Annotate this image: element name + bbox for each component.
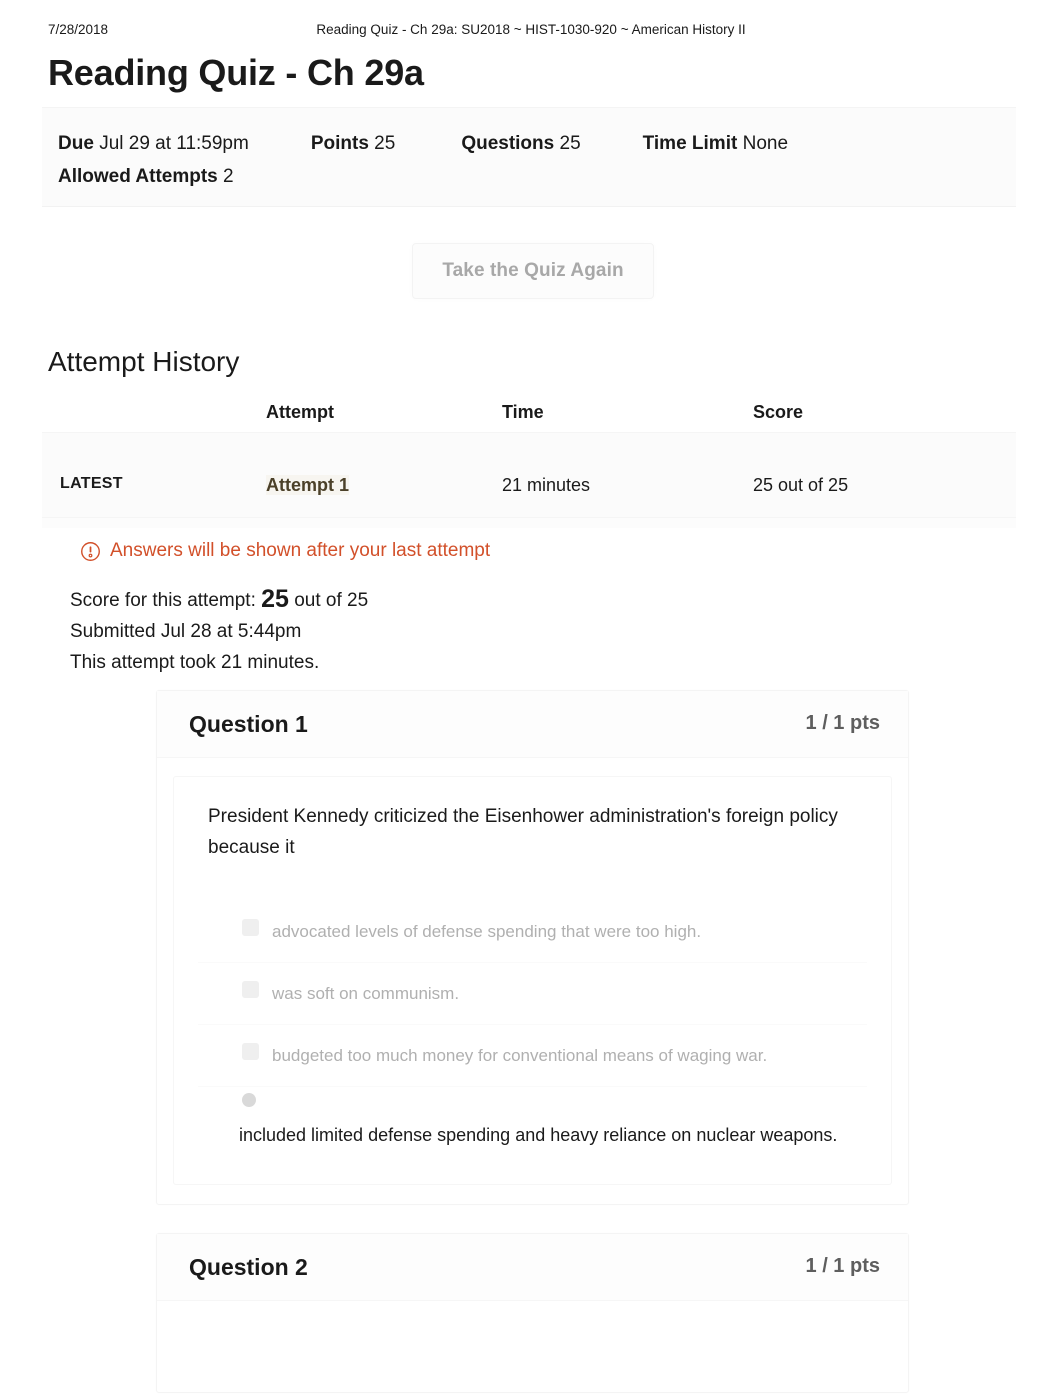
quiz-time-limit-value: None <box>742 133 789 154</box>
quiz-allowed-attempts-label: Allowed Attempts <box>58 166 218 187</box>
answer-option-label: included limited defense spending and he… <box>239 1125 838 1145</box>
radio-button-icon[interactable] <box>242 1043 259 1060</box>
answer-option[interactable]: was soft on communism. <box>174 963 891 1024</box>
table-row: LATEST Attempt 1 21 minutes 25 out of 25 <box>42 432 1016 518</box>
answer-list: advocated levels of defense spending tha… <box>174 901 891 1171</box>
attempt-1-link[interactable]: Attempt 1 <box>266 475 350 495</box>
warning-icon <box>81 541 100 561</box>
quiz-info-row-secondary: Allowed Attempts 2 <box>58 160 998 193</box>
column-header-score: Score <box>753 402 804 422</box>
question-body: President Kennedy criticized the Eisenho… <box>173 776 892 1185</box>
quiz-due-value: Jul 29 at 11:59pm <box>99 133 249 154</box>
radio-button-icon[interactable] <box>242 981 259 998</box>
column-header-time: Time <box>502 402 544 422</box>
score-prefix: Score for this attempt: <box>70 590 256 611</box>
retake-quiz-container: Take the Quiz Again <box>412 243 654 299</box>
answer-option[interactable]: advocated levels of defense spending tha… <box>174 901 891 962</box>
attempt-history-header-row: Attempt Time Score <box>42 398 1016 432</box>
question-card: Question 2 1 / 1 pts <box>156 1233 909 1393</box>
quiz-due-label: Due <box>58 133 94 154</box>
quiz-allowed-attempts-value: 2 <box>223 166 234 187</box>
question-name: Question 1 <box>189 711 308 737</box>
column-header-attempt: Attempt <box>266 402 334 422</box>
question-points: 1 / 1 pts <box>805 712 880 734</box>
question-header: Question 2 1 / 1 pts <box>157 1234 908 1301</box>
score-suffix: out of 25 <box>294 590 369 611</box>
attempt-table-footer-band <box>42 518 1016 528</box>
quiz-points-value: 25 <box>374 133 396 154</box>
question-name: Question 2 <box>189 1254 308 1280</box>
answer-option[interactable]: budgeted too much money for conventional… <box>174 1025 891 1086</box>
question-body <box>173 1319 892 1395</box>
answer-option-label: was soft on communism. <box>272 983 460 1003</box>
print-header: 7/28/2018 Reading Quiz - Ch 29a: SU2018 … <box>0 22 1062 42</box>
question-points: 1 / 1 pts <box>805 1255 880 1277</box>
quiz-info-row-primary: Due Jul 29 at 11:59pm Points 25 Questions … <box>58 127 998 160</box>
score-value: 25 <box>261 585 289 613</box>
attempt-history-heading: Attempt History <box>48 346 240 377</box>
quiz-questions-label: Questions <box>461 133 555 154</box>
answers-notice-text: Answers will be shown after your last at… <box>110 540 491 561</box>
question-card: Question 1 1 / 1 pts President Kennedy c… <box>156 690 909 1205</box>
quiz-due: Due Jul 29 at 11:59pm <box>58 127 249 160</box>
quiz-questions-value: 25 <box>559 133 581 154</box>
attempt-score-cell: 25 out of 25 <box>753 475 849 495</box>
latest-badge: LATEST <box>60 475 123 492</box>
attempt-cell: Attempt 1 <box>266 475 350 496</box>
print-document-title: Reading Quiz - Ch 29a: SU2018 ~ HIST-103… <box>316 22 746 37</box>
attempt-time-cell: 21 minutes <box>502 475 591 495</box>
answer-option-selected[interactable]: included limited defense spending and he… <box>174 1087 891 1171</box>
radio-button-icon[interactable] <box>242 919 259 936</box>
attempt-history-table: Attempt Time Score LATEST Attempt 1 21 m… <box>42 398 1016 518</box>
question-text: President Kennedy criticized the Eisenho… <box>208 806 838 858</box>
quiz-allowed-attempts: Allowed Attempts 2 <box>58 160 234 193</box>
answer-option-label: advocated levels of defense spending tha… <box>272 921 702 941</box>
quiz-points-label: Points <box>310 133 369 154</box>
page-title: Reading Quiz - Ch 29a <box>48 52 424 93</box>
quiz-points: Points 25 <box>311 127 395 160</box>
duration-line: This attempt took 21 minutes. <box>70 652 320 673</box>
submitted-line: Submitted Jul 28 at 5:44pm <box>70 621 302 642</box>
question-header: Question 1 1 / 1 pts <box>157 691 908 758</box>
quiz-questions: Questions 25 <box>461 127 580 160</box>
score-line: Score for this attempt: 25 out of 25 <box>70 584 830 616</box>
radio-button-selected-icon[interactable] <box>242 1093 256 1107</box>
quiz-info-band: Due Jul 29 at 11:59pm Points 25 Questions … <box>42 107 1016 207</box>
attempt-score-summary: Score for this attempt: 25 out of 25 Sub… <box>70 584 830 678</box>
answers-availability-notice: Answers will be shown after your last at… <box>80 538 490 564</box>
quiz-time-limit-label: Time Limit <box>642 133 738 154</box>
quiz-time-limit: Time Limit None <box>643 127 788 160</box>
take-quiz-again-button[interactable]: Take the Quiz Again <box>412 243 654 299</box>
answer-option-label: budgeted too much money for conventional… <box>272 1045 768 1065</box>
